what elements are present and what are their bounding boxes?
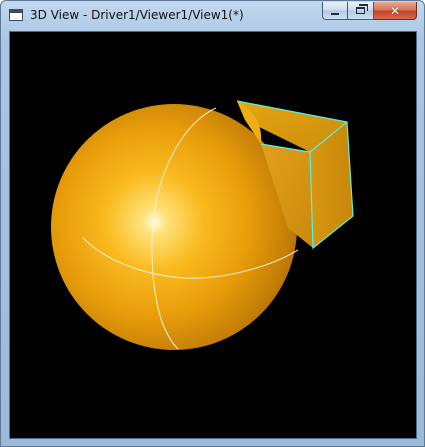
close-button[interactable]: ✕	[374, 2, 417, 20]
minimize-icon	[331, 12, 339, 15]
maximize-button[interactable]	[348, 2, 374, 20]
window-app-icon[interactable]	[9, 9, 23, 21]
minimize-button[interactable]	[322, 2, 348, 20]
title-bar[interactable]: 3D View - Driver1/Viewer1/View1(*) ✕	[1, 1, 424, 31]
3d-scene	[51, 100, 354, 350]
viewer-window: 3D View - Driver1/Viewer1/View1(*) ✕	[0, 0, 425, 447]
maximize-icon	[356, 4, 368, 14]
window-title: 3D View - Driver1/Viewer1/View1(*)	[30, 8, 244, 22]
close-icon: ✕	[389, 3, 401, 18]
3d-viewport[interactable]	[9, 31, 417, 439]
window-controls: ✕	[322, 2, 417, 20]
